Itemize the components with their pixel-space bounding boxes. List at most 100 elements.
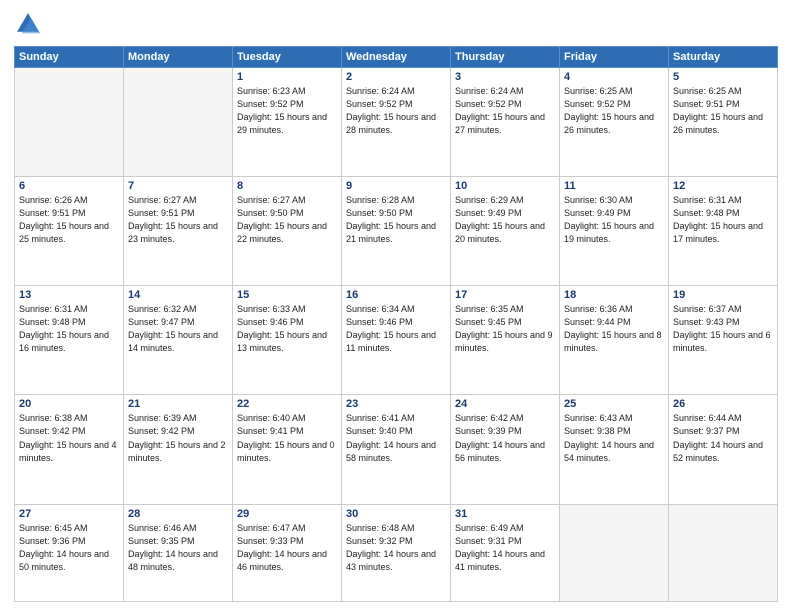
- day-number: 8: [237, 180, 337, 192]
- calendar-cell: [124, 68, 233, 177]
- calendar-cell: 4 Sunrise: 6:25 AMSunset: 9:52 PMDaylight…: [560, 68, 669, 177]
- calendar-cell: 19Sunrise: 6:37 AMSunset: 9:43 PMDayligh…: [669, 286, 778, 395]
- calendar-cell: 24 Sunrise: 6:42 AMSunset: 9:39 PMDayligh…: [451, 395, 560, 504]
- calendar-cell: 5Sunrise: 6:25 AMSunset: 9:51 PMDaylight…: [669, 68, 778, 177]
- calendar-cell: 12 Sunrise: 6:31 AMSunset: 9:48 PMDayligh…: [669, 177, 778, 286]
- day-number: 15: [237, 289, 337, 301]
- day-number: 13: [19, 289, 119, 301]
- day-info: Sunrise: 6:27 AMSunset: 9:50 PMDaylight:…: [237, 194, 337, 246]
- weekday-header-friday: Friday: [560, 47, 669, 68]
- week-row-2: 6Sunrise: 6:26 AMSunset: 9:51 PMDaylight…: [15, 177, 778, 286]
- weekday-header-thursday: Thursday: [451, 47, 560, 68]
- day-info: Sunrise: 6:42 AMSunset: 9:39 PMDaylight:…: [455, 412, 555, 464]
- calendar-cell: [560, 504, 669, 601]
- day-number: 9: [346, 180, 446, 192]
- day-info: Sunrise: 6:46 AMSunset: 9:35 PMDaylight:…: [128, 522, 228, 574]
- calendar-cell: 21 Sunrise: 6:39 AMSunset: 9:42 PMDayligh…: [124, 395, 233, 504]
- day-info: Sunrise: 6:27 AMSunset: 9:51 PMDaylight:…: [128, 194, 228, 246]
- day-info: Sunrise: 6:49 AMSunset: 9:31 PMDaylight:…: [455, 522, 555, 574]
- calendar-cell: 13Sunrise: 6:31 AMSunset: 9:48 PMDayligh…: [15, 286, 124, 395]
- day-info: Sunrise: 6:24 AMSunset: 9:52 PMDaylight:…: [455, 85, 555, 137]
- page: SundayMondayTuesdayWednesdayThursdayFrid…: [0, 0, 792, 612]
- week-row-3: 13Sunrise: 6:31 AMSunset: 9:48 PMDayligh…: [15, 286, 778, 395]
- day-number: 14: [128, 289, 228, 301]
- day-number: 4: [564, 71, 664, 83]
- day-number: 28: [128, 508, 228, 520]
- calendar-cell: 31Sunrise: 6:49 AMSunset: 9:31 PMDayligh…: [451, 504, 560, 601]
- weekday-header-monday: Monday: [124, 47, 233, 68]
- calendar-cell: 2Sunrise: 6:24 AMSunset: 9:52 PMDaylight…: [342, 68, 451, 177]
- day-info: Sunrise: 6:36 AMSunset: 9:44 PMDaylight:…: [564, 303, 664, 355]
- day-number: 21: [128, 398, 228, 410]
- day-number: 16: [346, 289, 446, 301]
- day-number: 10: [455, 180, 555, 192]
- day-info: Sunrise: 6:33 AMSunset: 9:46 PMDaylight:…: [237, 303, 337, 355]
- day-info: Sunrise: 6:47 AMSunset: 9:33 PMDaylight:…: [237, 522, 337, 574]
- day-info: Sunrise: 6:23 AMSunset: 9:52 PMDaylight:…: [237, 85, 337, 137]
- day-number: 7: [128, 180, 228, 192]
- day-number: 6: [19, 180, 119, 192]
- calendar-cell: [15, 68, 124, 177]
- calendar-cell: 23Sunrise: 6:41 AMSunset: 9:40 PMDayligh…: [342, 395, 451, 504]
- calendar-cell: 20 Sunrise: 6:38 AMSunset: 9:42 PMDayligh…: [15, 395, 124, 504]
- day-info: Sunrise: 6:24 AMSunset: 9:52 PMDaylight:…: [346, 85, 446, 137]
- weekday-header-saturday: Saturday: [669, 47, 778, 68]
- day-number: 23: [346, 398, 446, 410]
- calendar-cell: 26Sunrise: 6:44 AMSunset: 9:37 PMDayligh…: [669, 395, 778, 504]
- calendar-cell: 9 Sunrise: 6:28 AMSunset: 9:50 PMDaylight…: [342, 177, 451, 286]
- day-info: Sunrise: 6:48 AMSunset: 9:32 PMDaylight:…: [346, 522, 446, 574]
- day-info: Sunrise: 6:32 AMSunset: 9:47 PMDaylight:…: [128, 303, 228, 355]
- day-info: Sunrise: 6:28 AMSunset: 9:50 PMDaylight:…: [346, 194, 446, 246]
- day-info: Sunrise: 6:25 AMSunset: 9:51 PMDaylight:…: [673, 85, 773, 137]
- calendar-cell: 6Sunrise: 6:26 AMSunset: 9:51 PMDaylight…: [15, 177, 124, 286]
- calendar-cell: 10 Sunrise: 6:29 AMSunset: 9:49 PMDayligh…: [451, 177, 560, 286]
- day-number: 3: [455, 71, 555, 83]
- day-info: Sunrise: 6:34 AMSunset: 9:46 PMDaylight:…: [346, 303, 446, 355]
- day-number: 27: [19, 508, 119, 520]
- logo: [14, 10, 46, 38]
- calendar-cell: 30 Sunrise: 6:48 AMSunset: 9:32 PMDayligh…: [342, 504, 451, 601]
- week-row-5: 27 Sunrise: 6:45 AMSunset: 9:36 PMDayligh…: [15, 504, 778, 601]
- day-number: 20: [19, 398, 119, 410]
- day-info: Sunrise: 6:31 AMSunset: 9:48 PMDaylight:…: [673, 194, 773, 246]
- weekday-header-sunday: Sunday: [15, 47, 124, 68]
- calendar-cell: 1 Sunrise: 6:23 AMSunset: 9:52 PMDaylight…: [233, 68, 342, 177]
- day-info: Sunrise: 6:45 AMSunset: 9:36 PMDaylight:…: [19, 522, 119, 574]
- calendar-cell: 29Sunrise: 6:47 AMSunset: 9:33 PMDayligh…: [233, 504, 342, 601]
- week-row-4: 20 Sunrise: 6:38 AMSunset: 9:42 PMDayligh…: [15, 395, 778, 504]
- day-info: Sunrise: 6:30 AMSunset: 9:49 PMDaylight:…: [564, 194, 664, 246]
- calendar-cell: 22 Sunrise: 6:40 AMSunset: 9:41 PMDayligh…: [233, 395, 342, 504]
- weekday-header-row: SundayMondayTuesdayWednesdayThursdayFrid…: [15, 47, 778, 68]
- day-number: 11: [564, 180, 664, 192]
- calendar-cell: 16 Sunrise: 6:34 AMSunset: 9:46 PMDayligh…: [342, 286, 451, 395]
- day-number: 26: [673, 398, 773, 410]
- calendar-cell: 7 Sunrise: 6:27 AMSunset: 9:51 PMDaylight…: [124, 177, 233, 286]
- day-number: 30: [346, 508, 446, 520]
- calendar-cell: 27 Sunrise: 6:45 AMSunset: 9:36 PMDayligh…: [15, 504, 124, 601]
- weekday-header-tuesday: Tuesday: [233, 47, 342, 68]
- day-info: Sunrise: 6:43 AMSunset: 9:38 PMDaylight:…: [564, 412, 664, 464]
- day-info: Sunrise: 6:25 AMSunset: 9:52 PMDaylight:…: [564, 85, 664, 137]
- day-number: 17: [455, 289, 555, 301]
- day-number: 25: [564, 398, 664, 410]
- calendar: SundayMondayTuesdayWednesdayThursdayFrid…: [14, 46, 778, 602]
- calendar-cell: 3 Sunrise: 6:24 AMSunset: 9:52 PMDaylight…: [451, 68, 560, 177]
- day-info: Sunrise: 6:39 AMSunset: 9:42 PMDaylight:…: [128, 412, 228, 464]
- header: [14, 10, 778, 38]
- week-row-1: 1 Sunrise: 6:23 AMSunset: 9:52 PMDaylight…: [15, 68, 778, 177]
- day-number: 22: [237, 398, 337, 410]
- day-info: Sunrise: 6:29 AMSunset: 9:49 PMDaylight:…: [455, 194, 555, 246]
- calendar-cell: 28 Sunrise: 6:46 AMSunset: 9:35 PMDayligh…: [124, 504, 233, 601]
- day-info: Sunrise: 6:37 AMSunset: 9:43 PMDaylight:…: [673, 303, 773, 355]
- weekday-header-wednesday: Wednesday: [342, 47, 451, 68]
- calendar-cell: 17Sunrise: 6:35 AMSunset: 9:45 PMDayligh…: [451, 286, 560, 395]
- calendar-cell: 18 Sunrise: 6:36 AMSunset: 9:44 PMDayligh…: [560, 286, 669, 395]
- day-number: 24: [455, 398, 555, 410]
- calendar-cell: 15 Sunrise: 6:33 AMSunset: 9:46 PMDayligh…: [233, 286, 342, 395]
- day-info: Sunrise: 6:40 AMSunset: 9:41 PMDaylight:…: [237, 412, 337, 464]
- day-number: 18: [564, 289, 664, 301]
- day-number: 12: [673, 180, 773, 192]
- day-info: Sunrise: 6:38 AMSunset: 9:42 PMDaylight:…: [19, 412, 119, 464]
- day-number: 1: [237, 71, 337, 83]
- calendar-cell: 25 Sunrise: 6:43 AMSunset: 9:38 PMDayligh…: [560, 395, 669, 504]
